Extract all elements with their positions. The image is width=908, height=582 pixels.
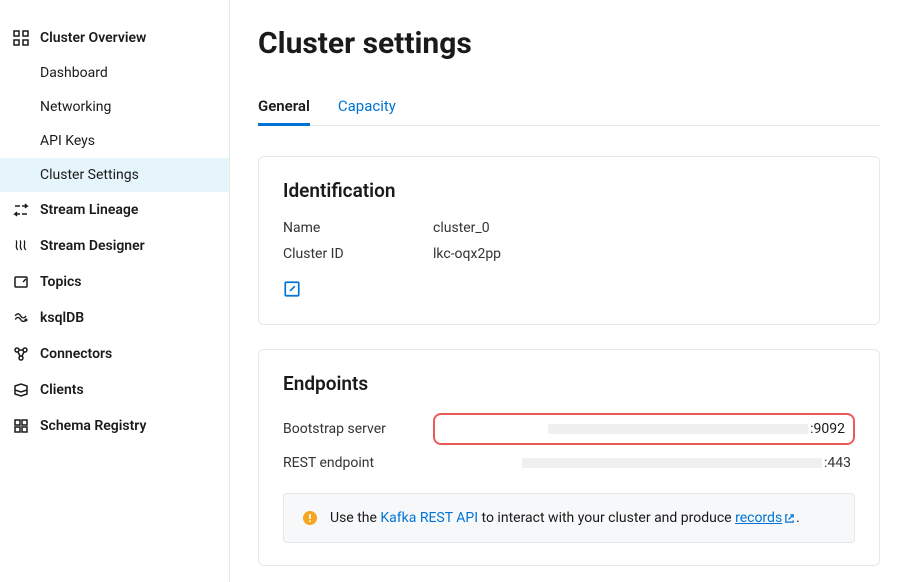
nav-topics[interactable]: Topics xyxy=(0,264,229,300)
rest-label: REST endpoint xyxy=(283,455,433,471)
nav-cluster-settings[interactable]: Cluster Settings xyxy=(0,158,229,192)
identification-title: Identification xyxy=(283,179,855,202)
bootstrap-label: Bootstrap server xyxy=(283,421,433,437)
info-icon xyxy=(302,510,318,526)
nav-label: ksqlDB xyxy=(40,310,84,326)
identification-card: Identification Name cluster_0 Cluster ID… xyxy=(258,156,880,325)
nav-label: Stream Designer xyxy=(40,238,145,254)
nav-stream-lineage[interactable]: Stream Lineage xyxy=(0,192,229,228)
cluster-id-value: lkc-oqx2pp xyxy=(433,246,855,262)
nav-dashboard[interactable]: Dashboard xyxy=(0,56,229,90)
external-link-icon xyxy=(784,512,796,524)
sidebar: Cluster Overview Dashboard Networking AP… xyxy=(0,0,230,582)
rest-value: :443 xyxy=(433,455,855,471)
schema-icon xyxy=(12,417,30,435)
nav-stream-designer[interactable]: Stream Designer xyxy=(0,228,229,264)
bootstrap-redacted: :9092 xyxy=(443,421,845,437)
grid-icon xyxy=(12,29,30,47)
nav-ksqldb[interactable]: ksqlDB xyxy=(0,300,229,336)
nav-label: Clients xyxy=(40,382,84,398)
tabs: General Capacity xyxy=(258,89,880,126)
tab-capacity[interactable]: Capacity xyxy=(338,89,396,125)
nav-label: Connectors xyxy=(40,346,112,362)
nav-label: Schema Registry xyxy=(40,418,146,434)
connectors-icon xyxy=(12,345,30,363)
clients-icon xyxy=(12,381,30,399)
topics-icon xyxy=(12,273,30,291)
banner-text: Use the Kafka REST API to interact with … xyxy=(330,510,800,526)
edit-icon xyxy=(283,280,301,302)
lineage-icon xyxy=(12,201,30,219)
tab-general[interactable]: General xyxy=(258,89,310,126)
nav-networking[interactable]: Networking xyxy=(0,90,229,124)
records-link[interactable]: records xyxy=(735,510,796,526)
nav-label: Cluster Overview xyxy=(40,30,146,46)
ksqldb-icon xyxy=(12,309,30,327)
nav-label: Topics xyxy=(40,274,81,290)
kafka-rest-api-link[interactable]: Kafka REST API xyxy=(380,510,478,526)
cluster-id-label: Cluster ID xyxy=(283,246,433,262)
nav-cluster-overview[interactable]: Cluster Overview xyxy=(0,20,229,56)
endpoints-title: Endpoints xyxy=(283,372,855,395)
name-value: cluster_0 xyxy=(433,220,855,236)
nav-schema-registry[interactable]: Schema Registry xyxy=(0,408,229,444)
main-content: Cluster settings General Capacity Identi… xyxy=(230,0,908,582)
bootstrap-port: :9092 xyxy=(810,421,845,437)
endpoints-card: Endpoints Bootstrap server :9092 REST en… xyxy=(258,349,880,566)
rest-port: :443 xyxy=(824,455,851,471)
nav-api-keys[interactable]: API Keys xyxy=(0,124,229,158)
nav-connectors[interactable]: Connectors xyxy=(0,336,229,372)
info-banner: Use the Kafka REST API to interact with … xyxy=(283,493,855,543)
designer-icon xyxy=(12,237,30,255)
name-label: Name xyxy=(283,220,433,236)
page-title: Cluster settings xyxy=(258,26,880,61)
bootstrap-highlight: :9092 xyxy=(433,413,855,445)
edit-button[interactable] xyxy=(283,280,301,302)
nav-clients[interactable]: Clients xyxy=(0,372,229,408)
nav-label: Stream Lineage xyxy=(40,202,138,218)
